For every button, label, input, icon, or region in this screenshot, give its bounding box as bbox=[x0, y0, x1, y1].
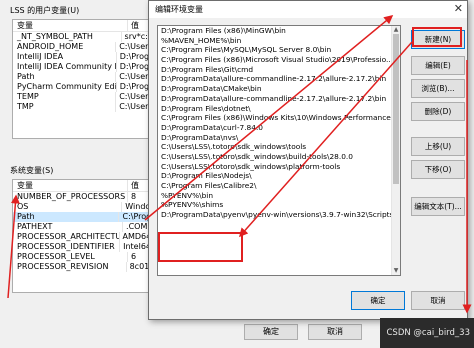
arrow-path-to-dialog bbox=[144, 15, 394, 221]
dark-corner: CSDN @cai_bird_33 bbox=[380, 318, 474, 348]
arrow-up-to-path bbox=[7, 194, 20, 299]
watermark: CSDN @cai_bird_33 bbox=[386, 328, 471, 338]
annotation-arrows bbox=[7, 15, 472, 314]
